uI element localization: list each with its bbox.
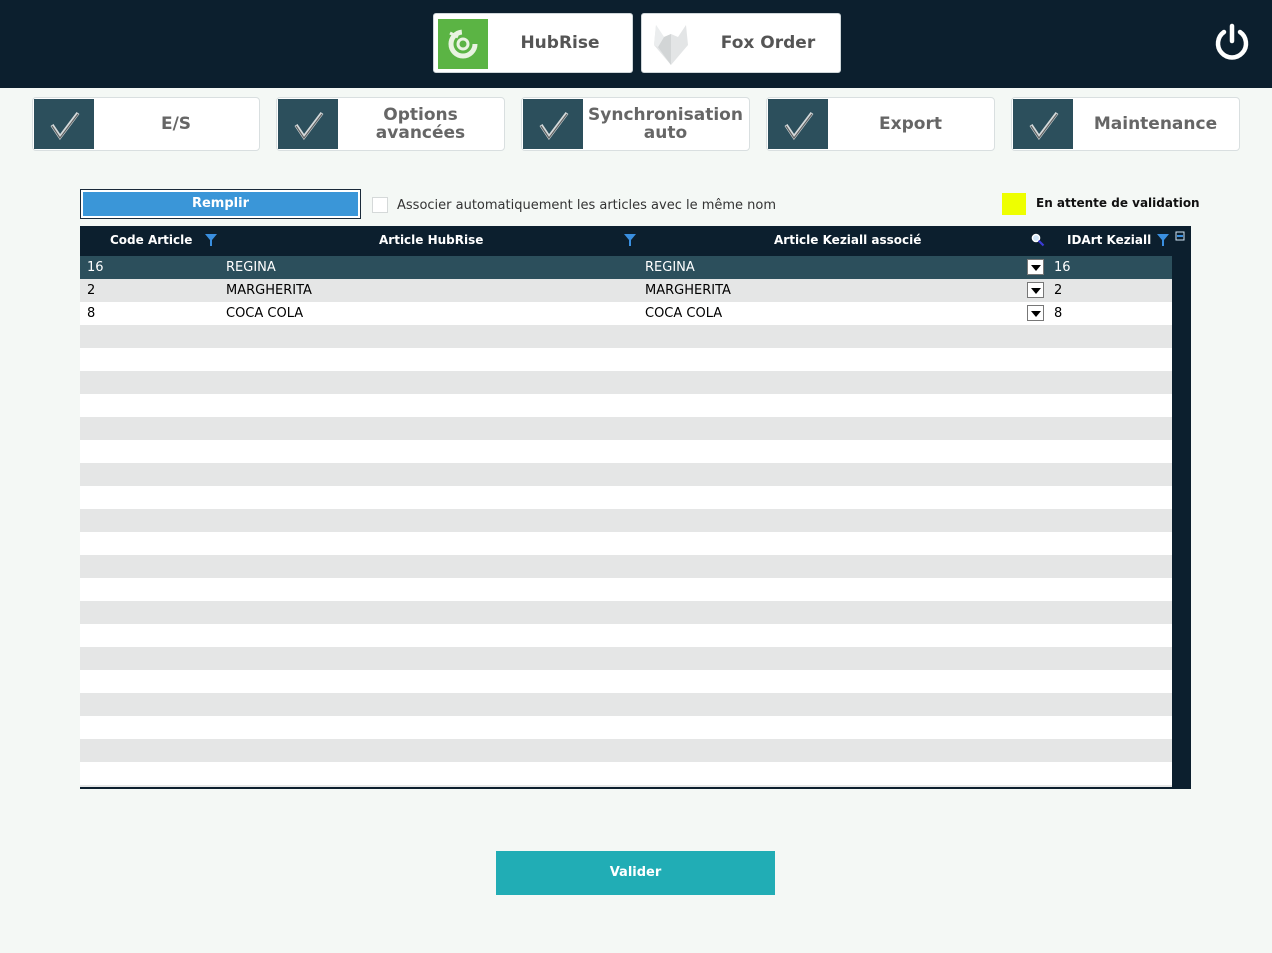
column-header-idart[interactable]: IDArt Keziall [1067, 226, 1151, 254]
menu-es-label: E/S [160, 114, 192, 134]
hubrise-logo-icon [438, 19, 488, 69]
empty-row [80, 785, 1172, 787]
empty-row [80, 509, 1172, 532]
menu-maintenance-button[interactable]: Maintenance [1011, 97, 1240, 151]
empty-row [80, 394, 1172, 417]
empty-row [80, 578, 1172, 601]
empty-row [80, 532, 1172, 555]
cell-keziall: REGINA [645, 260, 695, 275]
empty-row [80, 348, 1172, 371]
auto-associate-checkbox[interactable] [372, 197, 388, 213]
cell-hubrise: COCA COLA [226, 306, 304, 321]
menu-es-button[interactable]: E/S [32, 97, 260, 151]
keziall-dropdown-button[interactable] [1027, 259, 1044, 275]
filter-icon[interactable] [1156, 233, 1170, 247]
cell-idart: 2 [1054, 283, 1063, 298]
fill-button-label: Remplir [83, 192, 358, 216]
cell-code: 8 [87, 306, 96, 321]
empty-row [80, 716, 1172, 739]
tab-hubrise[interactable]: HubRise [433, 13, 633, 73]
filter-icon[interactable] [204, 233, 218, 247]
empty-row [80, 486, 1172, 509]
cell-keziall: COCA COLA [645, 306, 723, 321]
table-row[interactable]: 16 REGINA REGINA 16 [80, 256, 1172, 279]
table-body: 16 REGINA REGINA 16 2 MARGHERITA MARGHER… [80, 256, 1172, 787]
pending-legend-label: En attente de validation [1036, 196, 1200, 210]
table-row[interactable]: 8 COCA COLA COCA COLA 8 [80, 302, 1172, 325]
tab-fox-order-label: Fox Order [720, 33, 816, 53]
empty-row [80, 440, 1172, 463]
check-icon [1013, 99, 1073, 149]
table-scrollbar[interactable] [1172, 256, 1191, 789]
check-icon [278, 99, 338, 149]
empty-row [80, 325, 1172, 348]
table-row[interactable]: 2 MARGHERITA MARGHERITA 2 [80, 279, 1172, 302]
empty-row [80, 624, 1172, 647]
empty-row [80, 670, 1172, 693]
power-icon[interactable] [1212, 23, 1252, 63]
validate-button[interactable]: Valider [496, 851, 775, 895]
cell-code: 2 [87, 283, 96, 298]
mapping-table: Code Article Article HubRise Article Kez… [80, 226, 1191, 789]
top-bar: HubRise Fox Order [0, 0, 1272, 88]
cell-keziall: MARGHERITA [645, 283, 731, 298]
tab-hubrise-label: HubRise [520, 33, 600, 53]
empty-row [80, 601, 1172, 624]
menu-export-button[interactable]: Export [766, 97, 995, 151]
search-icon[interactable] [1031, 233, 1045, 247]
empty-row [80, 555, 1172, 578]
menu-sync-label: Synchronisation auto [588, 105, 743, 143]
empty-row [80, 417, 1172, 440]
tab-fox-order[interactable]: Fox Order [641, 13, 841, 73]
check-icon [768, 99, 828, 149]
check-icon [34, 99, 94, 149]
cell-hubrise: REGINA [226, 260, 276, 275]
menu-options-label: Options avancées [375, 105, 466, 143]
column-header-keziall[interactable]: Article Keziall associé [774, 226, 921, 254]
column-header-code[interactable]: Code Article [110, 226, 192, 254]
cell-code: 16 [87, 260, 104, 275]
cell-hubrise: MARGHERITA [226, 283, 312, 298]
keziall-dropdown-button[interactable] [1027, 282, 1044, 298]
column-header-hubrise[interactable]: Article HubRise [379, 226, 483, 254]
empty-row [80, 371, 1172, 394]
column-menu-icon[interactable] [1175, 231, 1185, 241]
auto-associate-label[interactable]: Associer automatiquement les articles av… [397, 198, 776, 213]
check-icon [523, 99, 583, 149]
menu-options-button[interactable]: Options avancées [276, 97, 505, 151]
keziall-dropdown-button[interactable] [1027, 305, 1044, 321]
fox-logo-icon [654, 25, 688, 65]
pending-legend-swatch [1002, 193, 1026, 215]
empty-row [80, 739, 1172, 762]
cell-idart: 8 [1054, 306, 1063, 321]
empty-row [80, 647, 1172, 670]
menu-export-label: Export [879, 114, 942, 134]
empty-row [80, 693, 1172, 716]
menu-maintenance-label: Maintenance [1093, 114, 1218, 134]
menu-sync-button[interactable]: Synchronisation auto [521, 97, 750, 151]
empty-row [80, 463, 1172, 486]
fill-button[interactable]: Remplir [80, 189, 361, 219]
filter-icon[interactable] [623, 233, 637, 247]
empty-row [80, 762, 1172, 785]
cell-idart: 16 [1054, 260, 1071, 275]
table-header: Code Article Article HubRise Article Kez… [80, 226, 1191, 254]
